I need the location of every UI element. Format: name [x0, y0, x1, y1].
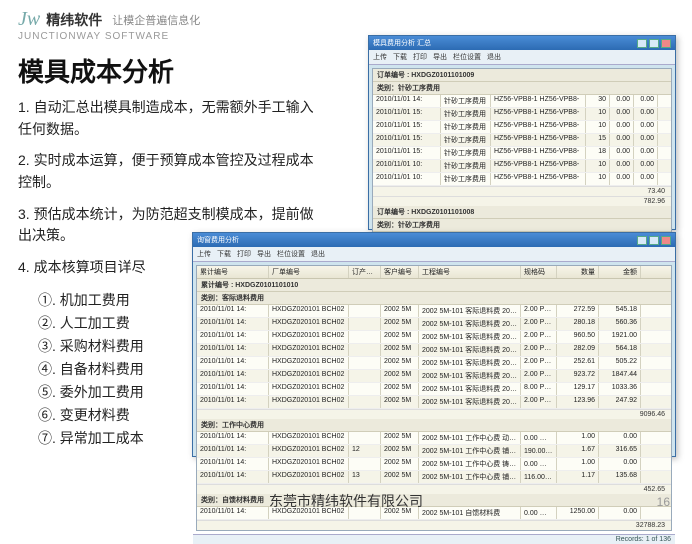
window-title: 模具费用分析 汇总	[373, 38, 431, 48]
tb-download[interactable]: 下载	[393, 52, 407, 62]
tb-print[interactable]: 打印	[413, 52, 427, 62]
cost-summary-window: 模具费用分析 汇总 上传 下载 打印 导出 栏位设置 退出 订单编号 : HXD…	[368, 35, 676, 230]
cost-detail-window: 询窗费用分析 上传 下载 打印 导出 栏位设置 退出 累计编号 厂单编号 订产名…	[192, 232, 676, 457]
grid: 订单编号 : HXDGZ0101101009 类别：针砂工序费用 2010/11…	[372, 68, 672, 233]
tb-download[interactable]: 下载	[217, 249, 231, 259]
table-row[interactable]: 2010/11/01 14:针砂工序费用HZ56-VPB8-1 HZ56-VPB…	[373, 95, 671, 108]
subtotal-1: 73.40	[373, 186, 671, 196]
table-row[interactable]: 2010/11/01 14:HXDGZ020101 BCH022002 5M20…	[197, 357, 671, 370]
group-row: 类别：针砂工序费用	[373, 82, 671, 95]
table-row[interactable]: 2010/11/01 10:针砂工序费用HZ56-VPB8-1 HZ56-VPB…	[373, 160, 671, 173]
table-row[interactable]: 2010/11/01 14:HXDGZ020101 BCH02132002 5M…	[197, 471, 671, 484]
tb-cols[interactable]: 栏位设置	[453, 52, 481, 62]
brand-logo: Jw 精纬软件 让模企普遍信息化	[18, 8, 674, 31]
max-icon[interactable]	[649, 39, 659, 48]
tb-export[interactable]: 导出	[433, 52, 447, 62]
footer: 东莞市精纬软件有限公司	[0, 491, 692, 511]
table-row[interactable]: 2010/11/01 14:HXDGZ020101 BCH022002 5M20…	[197, 383, 671, 396]
max-icon[interactable]	[649, 236, 659, 245]
table-row[interactable]: 2010/11/01 14:HXDGZ020101 BCH022002 5M20…	[197, 331, 671, 344]
order-label: 订单编号	[377, 72, 405, 79]
tb-export[interactable]: 导出	[257, 249, 271, 259]
min-icon[interactable]	[637, 39, 647, 48]
table-row[interactable]: 2010/11/01 14:HXDGZ020101 BCH022002 5M20…	[197, 458, 671, 471]
table-row[interactable]: 2010/11/01 14:HXDGZ020101 BCH022002 5M20…	[197, 432, 671, 445]
table-row[interactable]: 2010/11/01 15:针砂工序费用HZ56-VPB8-1 HZ56-VPB…	[373, 108, 671, 121]
order-value: HXDGZ0101101009	[411, 72, 474, 79]
close-icon[interactable]	[661, 39, 671, 48]
window-titlebar[interactable]: 询窗费用分析	[193, 233, 675, 247]
table-row[interactable]: 2010/11/01 14:HXDGZ020101 BCH022002 5M20…	[197, 344, 671, 357]
tb-exit[interactable]: 退出	[311, 249, 325, 259]
table-row[interactable]: 2010/11/01 14:HXDGZ020101 BCH02122002 5M…	[197, 445, 671, 458]
toolbar: 上传 下载 打印 导出 栏位设置 退出	[369, 50, 675, 65]
window-titlebar[interactable]: 模具费用分析 汇总	[369, 36, 675, 50]
tb-print[interactable]: 打印	[237, 249, 251, 259]
table-row[interactable]: 2010/11/01 14:HXDGZ020101 BCH022002 5M20…	[197, 396, 671, 409]
table-row[interactable]: 2010/11/01 15:针砂工序费用HZ56-VPB8-1 HZ56-VPB…	[373, 147, 671, 160]
table-row[interactable]: 2010/11/01 14:HXDGZ020101 BCH022002 5M20…	[197, 370, 671, 383]
bullet-1: 1. 自动汇总出模具制造成本，无需额外手工输入任何数据。	[18, 97, 318, 140]
window-title: 询窗费用分析	[197, 235, 239, 245]
table-row[interactable]: 2010/11/01 14:HXDGZ020101 BCH022002 5M20…	[197, 318, 671, 331]
logo-mark: Jw	[18, 8, 40, 31]
grid-header: 累计编号 厂单编号 订产名称 客户编号 工程编号 规格码 数量 金额	[197, 266, 671, 279]
logo-cn: 精纬软件	[46, 10, 102, 30]
tb-cols[interactable]: 栏位设置	[277, 249, 305, 259]
table-row[interactable]: 2010/11/01 15:针砂工序费用HZ56-VPB8-1 HZ56-VPB…	[373, 121, 671, 134]
subtotal-2: 782.96	[373, 196, 671, 206]
toolbar: 上传 下载 打印 导出 栏位设置 退出	[193, 247, 675, 262]
tb-upload[interactable]: 上传	[373, 52, 387, 62]
table-row[interactable]: 2010/11/01 15:针砂工序费用HZ56-VPB8-1 HZ56-VPB…	[373, 134, 671, 147]
tb-exit[interactable]: 退出	[487, 52, 501, 62]
close-icon[interactable]	[661, 236, 671, 245]
logo-tag: 让模企普遍信息化	[112, 12, 200, 28]
table-row[interactable]: 2010/11/01 10:针砂工序费用HZ56-VPB8-1 HZ56-VPB…	[373, 173, 671, 186]
bullet-2: 2. 实时成本运算，便于预算成本管控及过程成本控制。	[18, 150, 318, 193]
tb-upload[interactable]: 上传	[197, 249, 211, 259]
table-row[interactable]: 2010/11/01 14:HXDGZ020101 BCH022002 5M20…	[197, 305, 671, 318]
page-number: 16	[657, 495, 670, 509]
statusbar: Records: 1 of 136	[193, 534, 675, 544]
min-icon[interactable]	[637, 236, 647, 245]
